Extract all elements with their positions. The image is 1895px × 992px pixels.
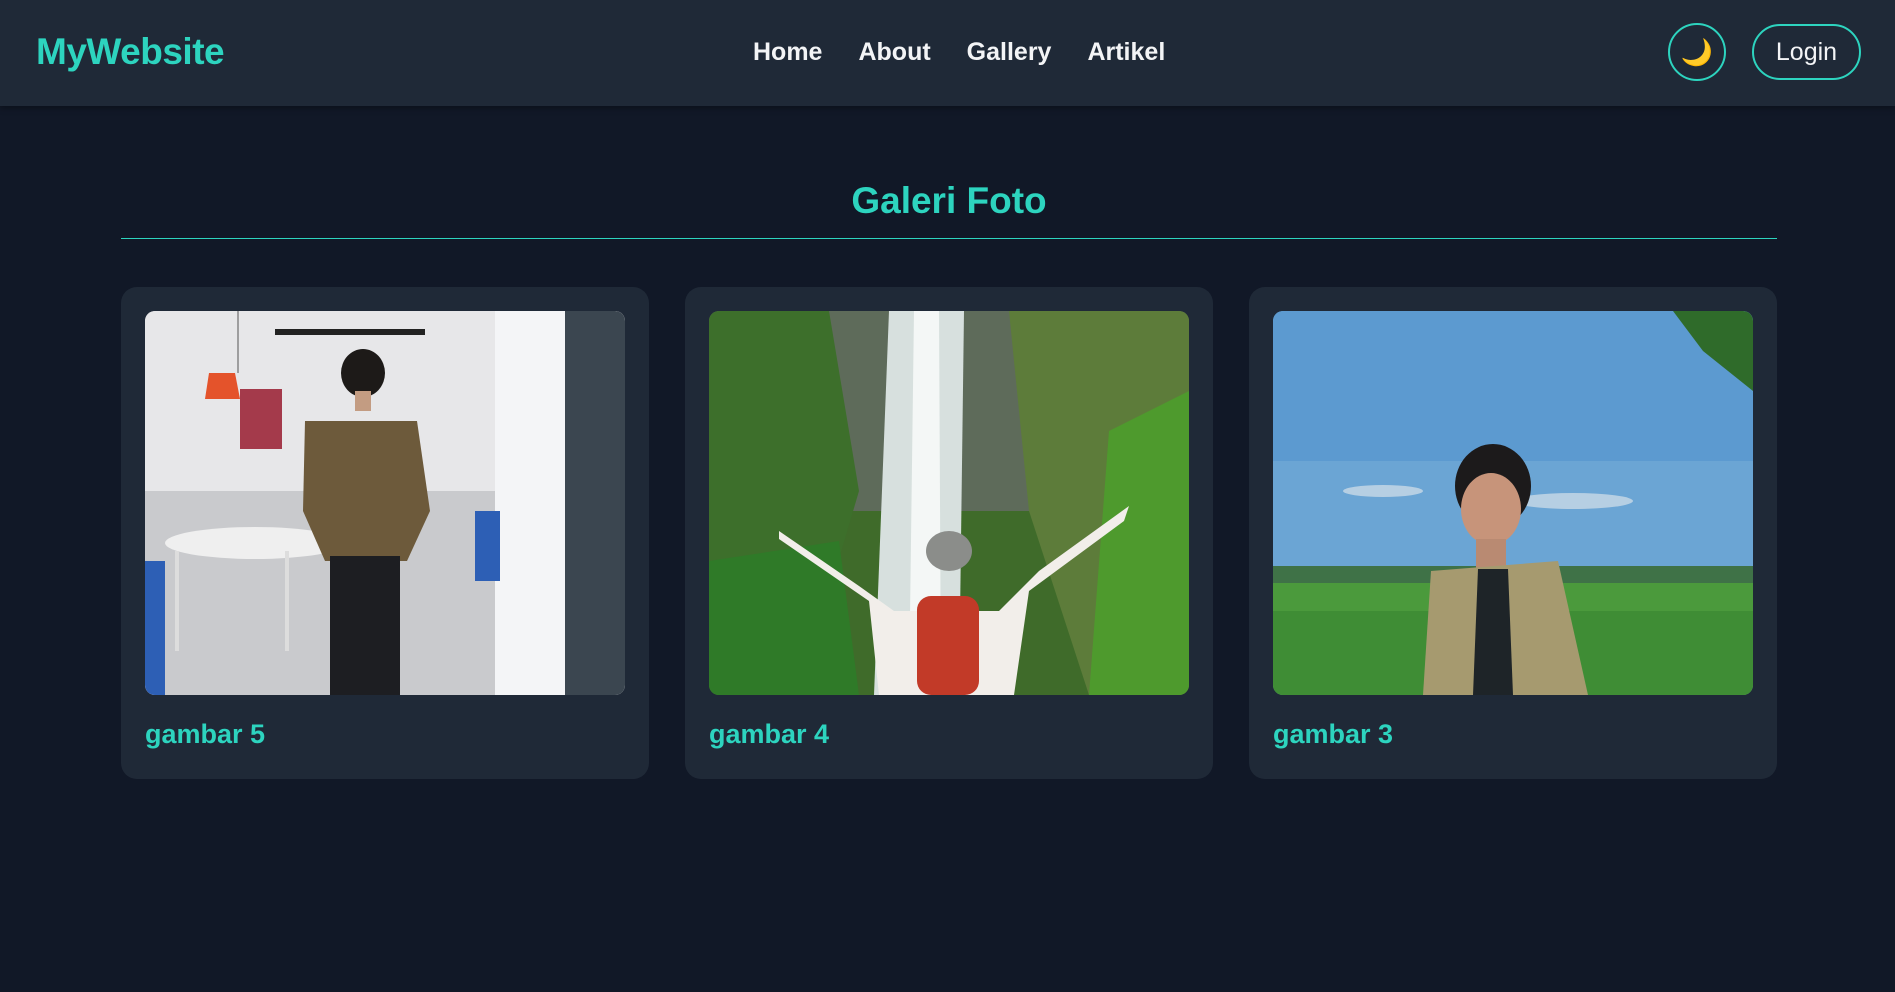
gallery-card[interactable]: gambar 4 xyxy=(685,287,1213,779)
nav-home[interactable]: Home xyxy=(753,38,822,67)
page-title: Galeri Foto xyxy=(851,180,1047,221)
card-caption: gambar 4 xyxy=(709,719,830,749)
nav-links: Home About Gallery Artikel xyxy=(753,38,1165,67)
photo-man-field-sky xyxy=(1273,311,1753,695)
theme-toggle-button[interactable]: 🌙 xyxy=(1668,23,1726,81)
title-divider xyxy=(121,238,1777,239)
card-caption: gambar 5 xyxy=(145,719,266,749)
gallery-photo[interactable] xyxy=(145,311,625,695)
gallery-grid: gambar 5 gambar 4 gambar 3 xyxy=(121,287,1777,779)
brand-logo[interactable]: MyWebsite xyxy=(36,31,225,73)
moon-icon: 🌙 xyxy=(1680,36,1714,67)
nav-gallery[interactable]: Gallery xyxy=(967,38,1052,67)
gallery-card[interactable]: gambar 3 xyxy=(1249,287,1777,779)
gallery-photo[interactable] xyxy=(709,311,1189,695)
gallery-photo[interactable] xyxy=(1273,311,1753,695)
nav-artikel[interactable]: Artikel xyxy=(1087,38,1165,67)
navbar: MyWebsite Home About Gallery Artikel 🌙 L… xyxy=(0,0,1895,106)
photo-man-indoor-cafe xyxy=(145,311,625,695)
login-button[interactable]: Login xyxy=(1752,24,1861,80)
photo-waterfall-hiker xyxy=(709,311,1189,695)
gallery-card[interactable]: gambar 5 xyxy=(121,287,649,779)
nav-about[interactable]: About xyxy=(858,38,930,67)
card-caption: gambar 3 xyxy=(1273,719,1394,749)
